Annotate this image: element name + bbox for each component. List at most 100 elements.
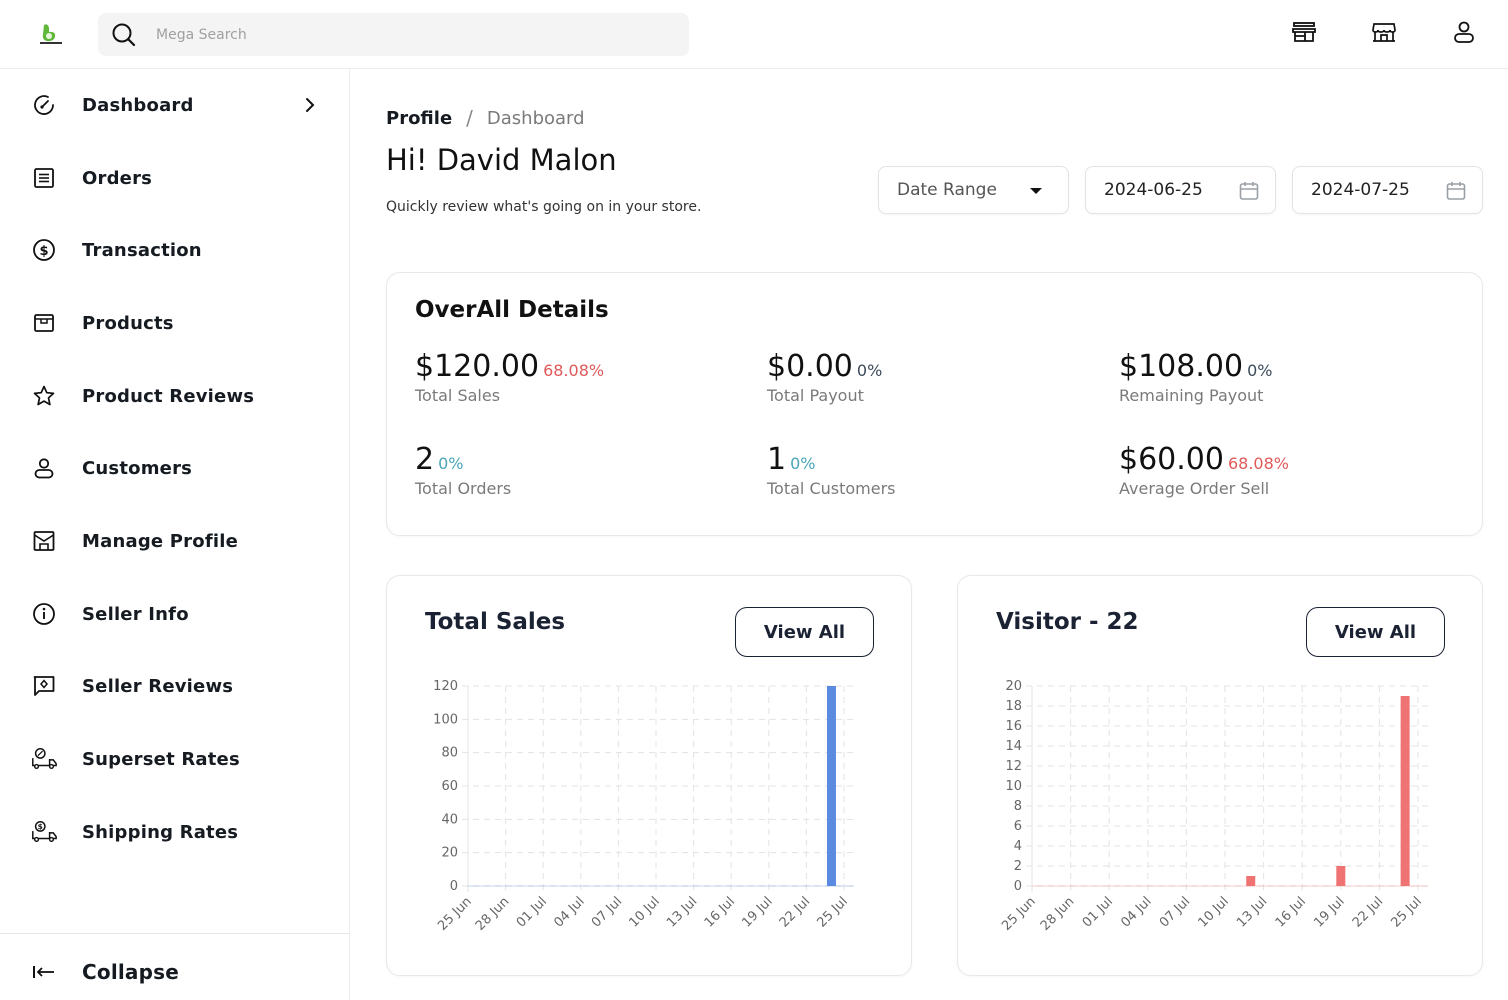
- x-tick-label: 01 Jul: [1080, 894, 1116, 930]
- stat-percent: 0%: [1247, 361, 1273, 380]
- chevron-right-icon[interactable]: [300, 95, 320, 115]
- review-chat-icon: [30, 672, 58, 700]
- visitor-view-all-button[interactable]: View All: [1306, 607, 1445, 657]
- x-tick-label: 22 Jul: [1350, 894, 1386, 930]
- total-sales-title: Total Sales: [425, 609, 566, 635]
- y-tick-label: 80: [441, 746, 458, 761]
- sidebar-item-customers[interactable]: Customers: [30, 448, 320, 488]
- x-tick-label: 28 Jun: [473, 894, 513, 934]
- sidebar-item-superset-rates[interactable]: Superset Rates: [30, 739, 320, 779]
- start-date-input[interactable]: 2024-06-25: [1085, 166, 1276, 214]
- dashboard-gauge-icon: [30, 91, 58, 119]
- y-tick-label: 0: [1014, 879, 1022, 894]
- calendar-icon[interactable]: [1237, 179, 1261, 203]
- sidebar-item-dashboard[interactable]: Dashboard: [30, 85, 320, 125]
- search-input[interactable]: [156, 26, 636, 43]
- stat-label: Total Sales: [415, 386, 501, 405]
- sidebar-item-shipping-rates[interactable]: $ Shipping Rates: [30, 812, 320, 852]
- y-tick-label: 12: [1005, 759, 1022, 774]
- x-tick-label: 10 Jul: [1196, 894, 1232, 930]
- stat-value: $0.00: [767, 349, 853, 384]
- stat-label: Remaining Payout: [1119, 386, 1264, 405]
- chart-bar[interactable]: [1400, 696, 1410, 886]
- breadcrumb: Profile / Dashboard: [386, 106, 585, 130]
- y-tick-label: 14: [1005, 739, 1022, 754]
- x-tick-label: 07 Jul: [1157, 894, 1193, 930]
- stat-label: Total Orders: [415, 479, 512, 498]
- sidebar-item-product-reviews[interactable]: Product Reviews: [30, 376, 320, 416]
- y-tick-label: 120: [433, 679, 458, 694]
- store-logo[interactable]: [34, 22, 66, 46]
- y-tick-label: 40: [441, 812, 458, 827]
- sidebar-item-manage-profile[interactable]: Manage Profile: [30, 521, 320, 561]
- page-subtitle: Quickly review what's going on in your s…: [386, 199, 702, 215]
- page-title: Hi! David Malon: [386, 143, 617, 177]
- sidebar-item-seller-reviews[interactable]: Seller Reviews: [30, 666, 320, 706]
- sidebar-item-seller-info[interactable]: Seller Info: [30, 594, 320, 634]
- stat-value: $120.00: [415, 349, 540, 384]
- mega-search-bar[interactable]: [98, 13, 689, 56]
- y-tick-label: 16: [1005, 719, 1022, 734]
- stat-percent: 0%: [790, 454, 816, 473]
- x-tick-label: 04 Jul: [551, 894, 587, 930]
- sidebar-item-products[interactable]: Products: [30, 303, 320, 343]
- y-tick-label: 10: [1005, 779, 1022, 794]
- stat-value: $108.00: [1119, 349, 1244, 384]
- date-range-label: Date Range: [897, 180, 997, 200]
- total-sales-card: Total Sales View All 0 20 40 60 80 100 120 25 J…: [386, 575, 912, 976]
- chart-bar[interactable]: [1336, 866, 1346, 886]
- x-tick-label: 25 Jun: [435, 894, 475, 934]
- svg-text:$: $: [38, 822, 43, 831]
- orders-list-icon: [30, 164, 58, 192]
- x-tick-label: 25 Jul: [815, 894, 851, 930]
- visitor-chart: 0 2 4 6 8 10 12 14 16 18 20 25 Jun 28 Jun 01 Jul 04 Ju…: [999, 679, 1428, 934]
- profile-store-icon: [30, 527, 58, 555]
- stat-percent: 68.08%: [1227, 454, 1289, 473]
- y-tick-label: 20: [441, 846, 458, 861]
- chart-bar[interactable]: [826, 686, 836, 886]
- chart-bar[interactable]: [1246, 876, 1256, 886]
- collapse-button[interactable]: Collapse: [30, 952, 320, 992]
- y-tick-label: 2: [1014, 859, 1022, 874]
- sidebar: Dashboard Orders $ Transaction Products …: [0, 69, 350, 1000]
- y-tick-label: 8: [1014, 799, 1022, 814]
- start-date-value: 2024-06-25: [1104, 180, 1203, 200]
- x-tick-label: 07 Jul: [589, 894, 625, 930]
- x-tick-label: 25 Jun: [999, 894, 1039, 934]
- stat-value: $60.00: [1119, 442, 1224, 477]
- dollar-circle-icon: $: [30, 236, 58, 264]
- stat-label: Average Order Sell: [1119, 479, 1270, 498]
- y-tick-label: 100: [433, 712, 458, 727]
- breadcrumb-link-dashboard[interactable]: Dashboard: [487, 108, 585, 129]
- total-sales-chart: 0 20 40 60 80 100 120 25 Jun28 Jun 01 Jul 04 Jul 0…: [433, 679, 854, 934]
- breadcrumb-current: Profile: [386, 107, 453, 129]
- y-tick-label: 60: [441, 779, 458, 794]
- sidebar-item-label: Transaction: [82, 239, 202, 261]
- sidebar-item-label: Dashboard: [82, 94, 194, 116]
- x-tick-label: 16 Jul: [1273, 894, 1309, 930]
- sidebar-item-transaction[interactable]: $ Transaction: [30, 230, 320, 270]
- shop-icon[interactable]: [1370, 18, 1398, 46]
- sidebar-item-orders[interactable]: Orders: [30, 158, 320, 198]
- truck-percent-icon: [30, 745, 58, 773]
- visitor-card: Visitor - 22 View All 0 2 4 6 8 10 12 14 16 18 20 2…: [957, 575, 1483, 976]
- calendar-icon[interactable]: [1444, 179, 1468, 203]
- sales-view-all-button[interactable]: View All: [735, 607, 874, 657]
- stat-value: 1: [767, 442, 787, 477]
- collapse-label: Collapse: [82, 960, 180, 984]
- sidebar-item-label: Orders: [82, 167, 153, 189]
- end-date-input[interactable]: 2024-07-25: [1292, 166, 1483, 214]
- sidebar-item-label: Shipping Rates: [82, 821, 239, 843]
- x-tick-label: 25 Jul: [1389, 894, 1425, 930]
- x-tick-label: 22 Jul: [777, 894, 813, 930]
- y-tick-label: 18: [1005, 699, 1022, 714]
- stat-total-orders: 2 0% Total Orders: [415, 442, 511, 498]
- user-icon[interactable]: [1450, 18, 1478, 46]
- truck-dollar-icon: $: [30, 818, 58, 846]
- date-range-select[interactable]: Date Range: [878, 166, 1069, 214]
- storefront-icon[interactable]: [1290, 18, 1318, 46]
- x-tick-label: 10 Jul: [627, 894, 663, 930]
- stat-percent: 0%: [438, 454, 464, 473]
- sidebar-item-label: Manage Profile: [82, 530, 238, 552]
- stat-percent: 68.08%: [543, 361, 605, 380]
